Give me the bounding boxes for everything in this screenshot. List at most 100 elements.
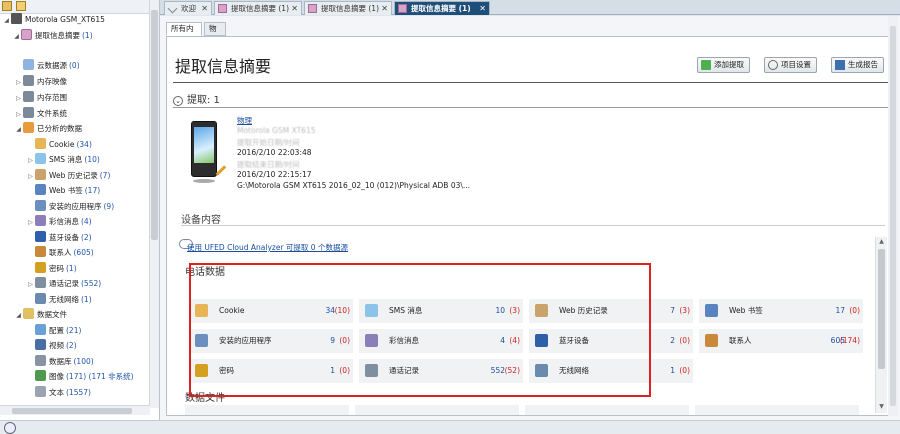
tree-node[interactable]: 视频 (2)	[26, 338, 77, 353]
phone-data-deleted-count[interactable]: (0)	[849, 299, 860, 323]
expand-icon[interactable]: ◢	[14, 122, 23, 137]
category-icon	[23, 122, 34, 133]
tree-node-count: (1)	[82, 31, 93, 40]
tab-welcome[interactable]: 欢迎 ✕	[164, 1, 212, 15]
tree-node[interactable]: 图像 (171) (171 非系统)	[26, 369, 134, 384]
data-file-cell[interactable]	[525, 405, 689, 415]
globe-icon[interactable]	[4, 422, 16, 434]
tree-node-label: 彩信消息	[49, 217, 79, 226]
evidence-tree: ◢ Motorola GSM_XT615 ◢ 提取信息摘要 (1) 云数据源 (0) ▷ 内存映…	[0, 0, 160, 420]
tree-node[interactable]: ▷ Web 历史记录 (7)	[26, 168, 110, 183]
data-file-cell[interactable]	[695, 405, 859, 415]
phone-screen	[194, 127, 214, 163]
tree-node-label: 数据库	[49, 357, 72, 366]
phone-data-count[interactable]: 7	[670, 299, 675, 323]
content-vertical-scrollbar[interactable]: ▲ ▼	[875, 237, 887, 413]
tab-all-content[interactable]: 所有内容	[166, 22, 202, 45]
folder-open-icon[interactable]	[16, 1, 26, 11]
tree-node[interactable]: 密码 (1)	[26, 261, 77, 276]
extraction-header[interactable]: ⌄ 提取: 1	[173, 91, 220, 106]
phone-data-count[interactable]: 17	[835, 299, 845, 323]
close-icon[interactable]: ✕	[479, 2, 486, 15]
tab-label: 提取信息摘要 (1)	[321, 4, 380, 13]
project-settings-button[interactable]: 项目设置	[764, 57, 817, 73]
tree-node[interactable]: ▷ 文件系统	[14, 106, 69, 121]
phone-data-cell[interactable]: 联系人 605 (174)	[699, 329, 863, 353]
tree-horizontal-scrollbar[interactable]	[0, 405, 150, 415]
expand-icon[interactable]: ▷	[14, 91, 23, 106]
category-icon	[23, 308, 34, 319]
close-icon[interactable]: ✕	[381, 2, 388, 15]
tree-node[interactable]: ▷ 通话记录 (552)	[26, 276, 101, 291]
phone-data-count[interactable]: 2	[670, 329, 675, 353]
scroll-thumb[interactable]	[890, 26, 896, 406]
extraction-type-link[interactable]: 物理	[237, 115, 252, 126]
phone-data-label: 联系人	[729, 336, 752, 345]
folder-icon[interactable]	[2, 1, 12, 11]
edit-icon[interactable]	[215, 165, 227, 176]
tree-node-count: (7)	[99, 171, 111, 180]
tree-node[interactable]: 无线网络 (1)	[26, 292, 92, 307]
tab-physical[interactable]: 物理	[204, 22, 226, 45]
ufed-cloud-link[interactable]: 使用 UFED Cloud Analyzer 可提取 0 个数据源	[187, 242, 348, 253]
expand-icon[interactable]: ▷	[26, 277, 35, 292]
tree-node-extract-summary[interactable]: ◢ 提取信息摘要 (1)	[12, 28, 93, 43]
divider	[173, 107, 889, 108]
tab-extract-summary-2[interactable]: 提取信息摘要 (1) ✕	[304, 1, 392, 15]
add-extraction-button[interactable]: 添加提取	[697, 57, 750, 73]
tree-node[interactable]: ▷ 彩信消息 (4)	[26, 214, 92, 229]
tab-extract-summary-3[interactable]: 提取信息摘要 (1) ✕	[394, 1, 490, 15]
tree-node[interactable]: 安装的应用程序 (9)	[26, 199, 114, 214]
phone-data-cell[interactable]: Web 书签 17 (0)	[699, 299, 863, 323]
collapse-icon[interactable]: ⌄	[173, 96, 183, 106]
expand-icon[interactable]: ▷	[26, 169, 35, 184]
tree-node-device[interactable]: ◢ Motorola GSM_XT615	[2, 12, 105, 27]
tree-node-count: (34)	[76, 140, 92, 149]
expand-icon[interactable]: ◢	[2, 13, 11, 28]
report-icon	[308, 4, 317, 13]
tree-node[interactable]: 云数据源 (0)	[14, 58, 80, 73]
tree-node-count: (1)	[81, 295, 92, 304]
expand-icon[interactable]: ▷	[26, 153, 35, 168]
tree-node[interactable]: ▷ SMS 消息 (10)	[26, 152, 100, 167]
expand-icon[interactable]: ◢	[14, 308, 23, 323]
tree-vertical-scrollbar[interactable]	[149, 0, 159, 408]
scroll-thumb[interactable]	[151, 10, 158, 240]
tree-node[interactable]: ◢ 数据文件	[14, 307, 69, 322]
phone-data-deleted-count[interactable]: (0)	[679, 329, 690, 353]
scroll-thumb[interactable]	[12, 408, 132, 414]
data-file-cell[interactable]	[355, 405, 519, 415]
close-icon[interactable]: ✕	[291, 2, 298, 15]
tree-node[interactable]: 数据库 (100)	[26, 354, 94, 369]
tree-node[interactable]: ▷ 内存范围	[14, 90, 69, 105]
scroll-up-icon[interactable]: ▲	[878, 238, 885, 245]
tree-node[interactable]: 联系人 (605)	[26, 245, 94, 260]
tree-node-label: 无线网络	[49, 295, 79, 304]
tree-node[interactable]: Web 书签 (17)	[26, 183, 100, 198]
tab-extract-summary-1[interactable]: 提取信息摘要 (1) ✕	[214, 1, 302, 15]
expand-icon[interactable]: ▷	[14, 75, 23, 90]
tree-node[interactable]: Cookie (34)	[26, 137, 92, 152]
expand-icon[interactable]: ▷	[14, 107, 23, 122]
phone-data-deleted-count[interactable]: (3)	[679, 299, 690, 323]
scroll-down-icon[interactable]: ▼	[878, 403, 885, 410]
scroll-thumb[interactable]	[878, 249, 885, 369]
data-file-cell[interactable]	[185, 405, 349, 415]
expand-icon[interactable]: ◢	[12, 29, 21, 44]
main-vertical-scrollbar[interactable]	[888, 16, 898, 416]
phone-data-deleted-count[interactable]: (174)	[840, 329, 860, 353]
phone-data-count[interactable]: 1	[670, 359, 675, 383]
tree-node[interactable]: ◢ 已分析的数据	[14, 121, 84, 136]
phone-data-deleted-count[interactable]: (0)	[679, 359, 690, 383]
tree-node-label: 数据文件	[37, 310, 67, 319]
tree-node-count: (605)	[73, 248, 94, 257]
tree-node[interactable]: 蓝牙设备 (2)	[26, 230, 92, 245]
tree-node[interactable]: 文本 (1557)	[26, 385, 91, 400]
tree-node-label: 提取信息摘要	[35, 31, 80, 40]
category-icon	[35, 370, 46, 381]
tree-node[interactable]: 配置 (21)	[26, 323, 81, 338]
tree-node[interactable]: ▷ 内存映像	[14, 74, 69, 89]
expand-icon[interactable]: ▷	[26, 215, 35, 230]
generate-report-button[interactable]: 生成报告	[831, 57, 884, 73]
close-icon[interactable]: ✕	[201, 2, 208, 15]
